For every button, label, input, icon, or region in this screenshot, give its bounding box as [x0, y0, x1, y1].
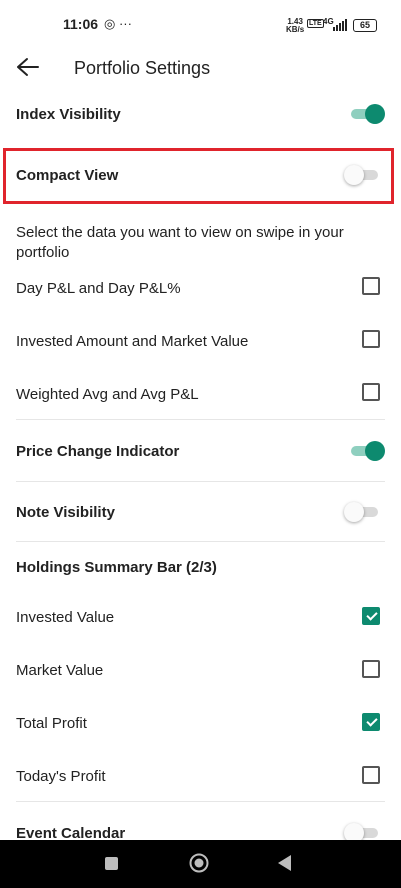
volte-icon: LTE — [307, 19, 324, 28]
note-visibility-label: Note Visibility — [16, 504, 115, 521]
swipe-option-checkbox-weighted-avg[interactable] — [362, 383, 380, 401]
index-visibility-toggle[interactable] — [349, 103, 385, 125]
arrow-left-icon[interactable] — [16, 56, 42, 78]
recents-square-icon[interactable] — [105, 857, 118, 870]
signal-icon — [333, 19, 347, 31]
price-change-indicator-label: Price Change Indicator — [16, 443, 180, 460]
battery-icon: 65 — [353, 19, 377, 32]
summary-option-checkbox-total-profit[interactable] — [362, 713, 380, 731]
divider — [16, 541, 385, 542]
index-visibility-label: Index Visibility — [16, 106, 121, 123]
swipe-option-label: Invested Amount and Market Value — [16, 333, 249, 350]
home-circle-icon[interactable] — [189, 853, 209, 873]
swipe-option-checkbox-day-pl[interactable] — [362, 277, 380, 295]
compact-view-toggle[interactable] — [344, 164, 380, 186]
summary-option-checkbox-invested-value[interactable] — [362, 607, 380, 625]
speed-unit: KB/s — [286, 25, 305, 34]
network-speed: 1.43 KB/s — [286, 18, 304, 34]
summary-option-checkbox-todays-profit[interactable] — [362, 766, 380, 784]
page-title: Portfolio Settings — [74, 58, 211, 78]
summary-option-checkbox-market-value[interactable] — [362, 660, 380, 678]
compact-view-label: Compact View — [16, 167, 119, 184]
divider — [16, 801, 385, 802]
notification-icons: ◎ ··· — [104, 16, 132, 31]
holdings-summary-bar-label: Holdings Summary Bar (2/3) — [16, 559, 217, 576]
note-visibility-toggle[interactable] — [344, 501, 380, 523]
status-time: 11:06 — [63, 16, 99, 32]
divider — [16, 419, 385, 420]
summary-option-label: Invested Value — [16, 609, 115, 626]
summary-option-label: Market Value — [16, 662, 104, 679]
summary-option-label: Total Profit — [16, 715, 87, 732]
swipe-option-label: Day P&L and Day P&L% — [16, 280, 181, 297]
summary-option-label: Today's Profit — [16, 768, 106, 785]
swipe-option-checkbox-invested-market[interactable] — [362, 330, 380, 348]
divider — [16, 481, 385, 482]
swipe-description: Select the data you want to view on swip… — [16, 224, 344, 261]
price-change-indicator-toggle[interactable] — [349, 440, 385, 462]
swipe-option-label: Weighted Avg and Avg P&L — [16, 386, 199, 403]
back-triangle-icon[interactable] — [278, 855, 291, 871]
